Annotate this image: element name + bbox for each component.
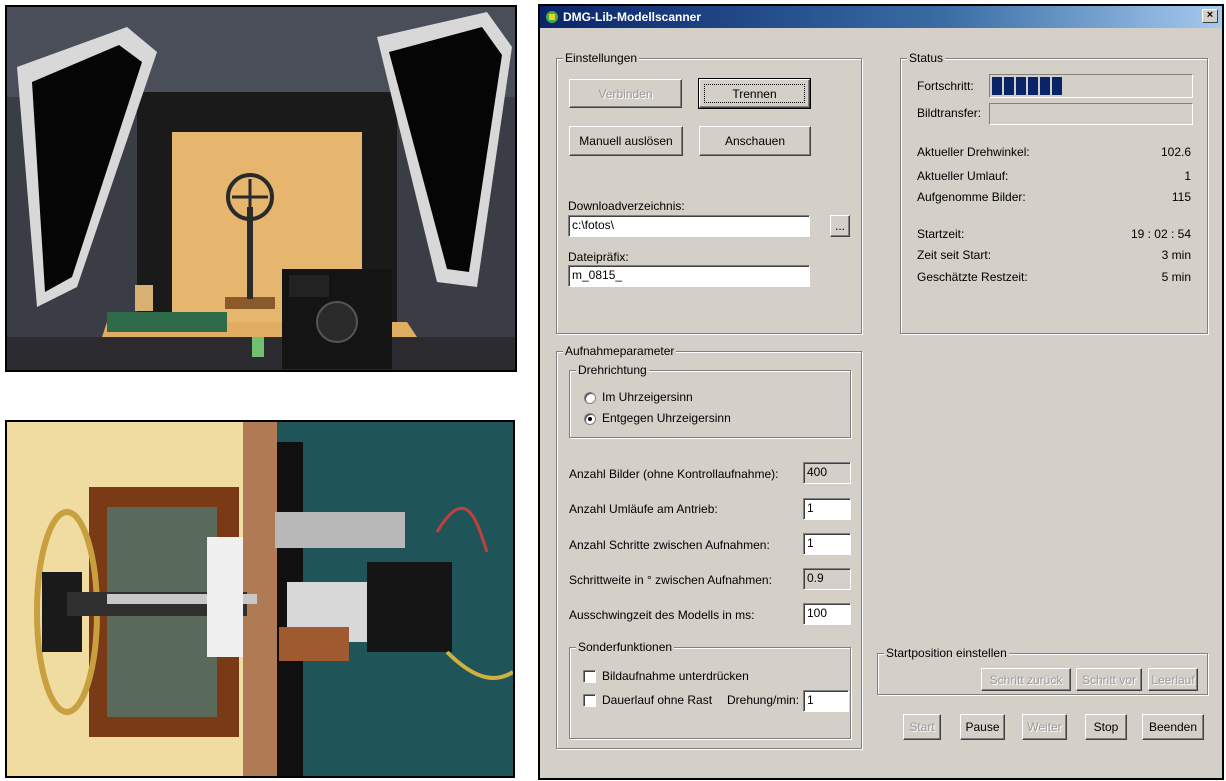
direction-group: Drehrichtung Im Uhrzeigersinn Entgegen U… — [569, 363, 851, 438]
rotation-angle-value: 102.6 — [1160, 145, 1191, 159]
disconnect-button[interactable]: Trennen — [698, 78, 811, 109]
start-position-legend: Startposition einstellen — [884, 646, 1009, 660]
close-button[interactable]: × — [1202, 9, 1218, 23]
continue-button[interactable]: Weiter — [1022, 714, 1067, 740]
stop-button[interactable]: Stop — [1085, 714, 1127, 740]
progress-segment — [992, 77, 1002, 95]
images-taken-value: 115 — [1171, 190, 1191, 204]
rpm-label: Drehung/min: — [727, 693, 800, 707]
images-taken-label: Aufgenomme Bilder: — [917, 190, 1026, 204]
elapsed-label: Zeit seit Start: — [917, 248, 992, 262]
file-prefix-field[interactable]: m_0815_ — [568, 265, 810, 287]
status-group: Status Fortschritt: Bildtransfer: Aktuel… — [900, 51, 1208, 334]
progress-segment — [1052, 77, 1062, 95]
rpm-field[interactable]: 1 — [803, 690, 849, 712]
transfer-progress-bar — [989, 103, 1193, 125]
num-images-field: 400 — [803, 462, 851, 484]
num-revolutions-label: Anzahl Umläufe am Antrieb: — [569, 502, 718, 516]
revolution-label: Aktueller Umlauf: — [917, 169, 1009, 183]
file-prefix-label: Dateipräfix: — [568, 250, 629, 264]
progress-segment — [1028, 77, 1038, 95]
scanner-window: DMG-Lib-Modellscanner × Einstellungen Ve… — [538, 4, 1224, 780]
capture-params-group: Aufnahmeparameter Drehrichtung Im Uhrzei… — [556, 344, 862, 749]
start-button[interactable]: Start — [903, 714, 941, 740]
manual-trigger-button[interactable]: Manuell auslösen — [569, 126, 683, 156]
special-functions-group: Sonderfunktionen Bildaufnahme unterdrück… — [569, 640, 851, 739]
special-functions-legend: Sonderfunktionen — [576, 640, 675, 654]
start-position-group: Startposition einstellen Schritt zurück … — [877, 646, 1208, 695]
progress-segment — [1040, 77, 1050, 95]
settings-legend: Einstellungen — [563, 51, 640, 65]
progress-segment — [1004, 77, 1014, 95]
counterclockwise-label: Entgegen Uhrzeigersinn — [602, 411, 731, 425]
scanner-setup-illustration — [7, 7, 515, 370]
settle-time-field[interactable]: 100 — [803, 603, 851, 625]
num-steps-label: Anzahl Schritte zwischen Aufnahmen: — [569, 538, 770, 552]
num-images-label: Anzahl Bilder (ohne Kontrollaufnahme): — [569, 467, 779, 481]
pause-button[interactable]: Pause — [960, 714, 1005, 740]
title-bar: DMG-Lib-Modellscanner × — [540, 6, 1222, 28]
status-legend: Status — [907, 51, 946, 65]
idle-button[interactable]: Leerlauf — [1148, 668, 1198, 691]
revolution-value: 1 — [1184, 169, 1191, 183]
suppress-capture-checkbox[interactable] — [583, 670, 596, 683]
start-time-value: 19 : 02 : 54 — [1130, 227, 1191, 241]
suppress-capture-label: Bildaufnahme unterdrücken — [602, 669, 749, 683]
motor-assembly-illustration — [7, 422, 513, 776]
photo-motor-assembly — [5, 420, 515, 778]
download-dir-field[interactable]: c:\fotos\ — [568, 215, 810, 237]
close-icon: × — [1206, 9, 1214, 21]
step-forward-button[interactable]: Schritt vor — [1076, 668, 1142, 691]
rotation-angle-label: Aktueller Drehwinkel: — [917, 145, 1030, 159]
view-button[interactable]: Anschauen — [699, 126, 811, 156]
start-time-label: Startzeit: — [917, 227, 965, 241]
clockwise-radio[interactable] — [584, 392, 596, 404]
elapsed-value: 3 min — [1161, 248, 1191, 262]
settings-group: Einstellungen Verbinden Trennen Manuell … — [556, 51, 862, 334]
remaining-label: Geschätzte Restzeit: — [917, 270, 1028, 284]
download-dir-label: Downloadverzeichnis: — [568, 199, 685, 213]
direction-legend: Drehrichtung — [576, 363, 649, 377]
num-steps-field[interactable]: 1 — [803, 533, 851, 555]
app-icon — [546, 11, 558, 23]
continuous-run-checkbox[interactable] — [583, 694, 596, 707]
progress-label: Fortschritt: — [917, 79, 974, 93]
settle-time-label: Ausschwingzeit des Modells in ms: — [569, 608, 755, 622]
transfer-label: Bildtransfer: — [917, 106, 982, 120]
step-width-label: Schrittweite in ° zwischen Aufnahmen: — [569, 573, 772, 587]
window-title: DMG-Lib-Modellscanner — [563, 10, 702, 24]
connect-button[interactable]: Verbinden — [569, 79, 682, 108]
capture-params-legend: Aufnahmeparameter — [563, 344, 677, 358]
progress-bar — [989, 74, 1193, 98]
remaining-value: 5 min — [1161, 270, 1191, 284]
exit-button[interactable]: Beenden — [1142, 714, 1204, 740]
continuous-run-label: Dauerlauf ohne Rast — [602, 693, 713, 707]
browse-button[interactable]: ... — [830, 215, 850, 237]
num-revolutions-field[interactable]: 1 — [803, 498, 851, 520]
step-back-button[interactable]: Schritt zurück — [981, 668, 1071, 691]
counterclockwise-radio[interactable] — [584, 413, 596, 425]
photo-scanner-setup — [5, 5, 517, 372]
clockwise-label: Im Uhrzeigersinn — [602, 390, 693, 404]
step-width-field: 0.9 — [803, 568, 851, 590]
progress-segment — [1016, 77, 1026, 95]
